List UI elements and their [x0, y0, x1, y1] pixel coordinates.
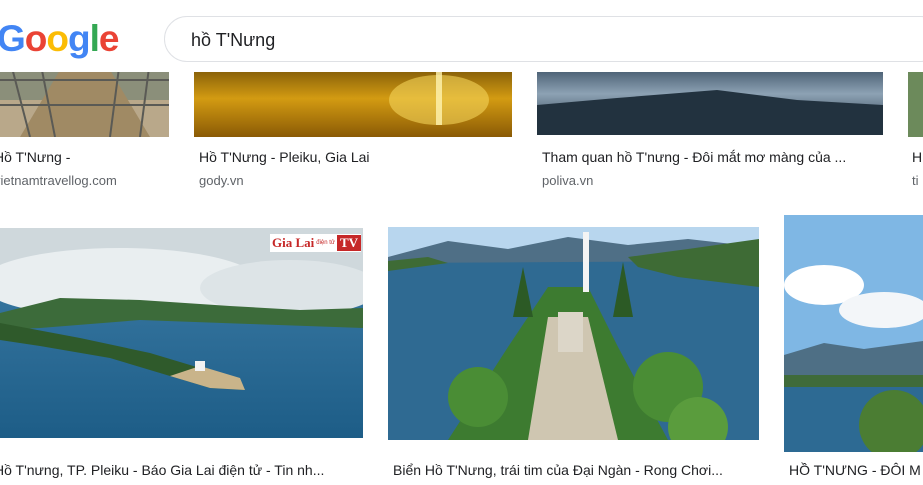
result-title-5[interactable]: Hồ T'nưng, TP. Pleiku - Báo Gia Lai điện… — [0, 462, 359, 478]
search-input[interactable] — [189, 17, 893, 63]
google-logo[interactable]: Google — [0, 16, 120, 62]
search-box[interactable] — [164, 16, 923, 63]
result-title-6[interactable]: Biển Hồ T'Nưng, trái tim của Đại Ngàn - … — [393, 462, 759, 478]
logo-letter: e — [98, 18, 120, 59]
watermark-small: điện tử — [316, 240, 335, 246]
result-title-1[interactable]: Hồ T'Nưng - — [0, 149, 164, 165]
result-image-7[interactable] — [784, 215, 923, 452]
result-title-7[interactable]: HỒ T'NƯNG - ĐÔI M — [789, 462, 923, 478]
result-image-6[interactable] — [388, 227, 759, 440]
result-source-2: gody.vn — [199, 173, 244, 188]
watermark-main: Gia Lai — [272, 235, 315, 250]
watermark-tv: TV — [336, 235, 362, 251]
result-source-3: poliva.vn — [542, 173, 594, 188]
result-title-2[interactable]: Hồ T'Nưng - Pleiku, Gia Lai — [199, 149, 509, 165]
logo-letter: o — [24, 18, 48, 59]
result-title-4[interactable]: H — [912, 149, 923, 165]
result-source-4: ti — [912, 173, 919, 188]
logo-letter: g — [68, 18, 91, 59]
logo-letter: o — [46, 18, 69, 59]
result-title-3[interactable]: Tham quan hồ T'nưng - Đôi mắt mơ màng củ… — [542, 149, 882, 165]
result-image-5[interactable]: Gia Lai điện tử TV — [0, 228, 363, 438]
logo-letter: l — [89, 18, 100, 59]
header: Google — [0, 0, 923, 72]
logo-letter: G — [0, 18, 26, 59]
result-source-1: vietnamtravellog.com — [0, 173, 117, 188]
gialai-watermark: Gia Lai điện tử TV — [270, 234, 362, 252]
